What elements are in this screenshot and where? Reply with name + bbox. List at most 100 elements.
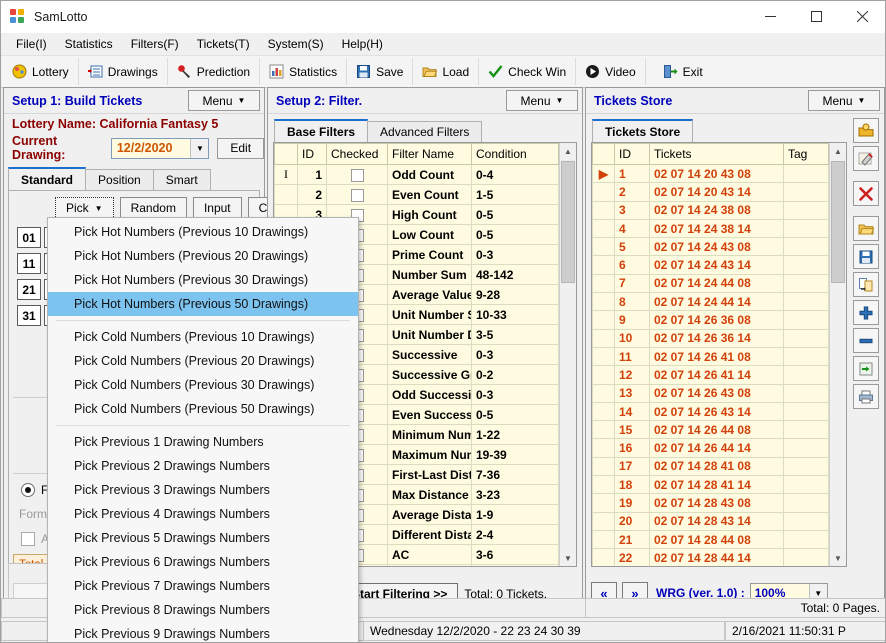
filter-condition-cell[interactable]: 1-22 <box>471 424 559 445</box>
filter-condition-cell[interactable]: 10-33 <box>471 304 559 325</box>
table-row[interactable]: 5 02 07 14 24 43 08 <box>592 237 829 257</box>
menu-item-pick-option[interactable]: Pick Cold Numbers (Previous 30 Drawings) <box>48 373 358 397</box>
plus-icon-button[interactable] <box>853 300 879 325</box>
ticket-tag-cell[interactable] <box>783 529 829 550</box>
toolbar-button-exit[interactable]: Exit <box>654 58 712 85</box>
menu-item-pick-option[interactable]: Pick Previous 4 Drawings Numbers <box>48 502 358 526</box>
row-selector-cell[interactable] <box>592 310 615 330</box>
number-cell[interactable]: 31 <box>17 305 41 326</box>
tab-standard[interactable]: Standard <box>8 167 87 190</box>
scroll-up-icon[interactable]: ▲ <box>560 143 576 159</box>
table-row[interactable]: 7 02 07 14 24 44 08 <box>592 273 829 294</box>
ticket-tag-cell[interactable] <box>783 456 829 477</box>
ticket-tag-cell[interactable] <box>783 163 829 184</box>
add-gold-icon-button[interactable] <box>853 118 879 143</box>
menu-item-pick-option[interactable]: Pick Hot Numbers (Previous 50 Drawings) <box>48 292 358 316</box>
row-selector-cell[interactable] <box>592 200 615 220</box>
scrollbar-thumb[interactable] <box>561 161 575 283</box>
table-row[interactable]: 8 02 07 14 24 44 14 <box>592 292 829 312</box>
ticket-tag-cell[interactable] <box>783 273 829 294</box>
ticket-tag-cell[interactable] <box>783 292 829 312</box>
filter-condition-cell[interactable]: 0-3 <box>471 564 559 566</box>
filter-condition-cell[interactable]: 0-5 <box>471 204 559 225</box>
row-selector-cell[interactable] <box>592 218 615 239</box>
mid-panel-menu-button[interactable]: Menu ▼ <box>506 90 578 111</box>
toolbar-button-load[interactable]: Load <box>413 58 480 85</box>
number-cell[interactable]: 01 <box>17 227 41 248</box>
export-icon-button[interactable] <box>853 356 879 381</box>
row-selector-cell[interactable] <box>592 365 615 385</box>
pick-dropdown-button[interactable]: Pick ▼ <box>55 197 114 219</box>
chevron-down-icon[interactable]: ▼ <box>190 138 209 158</box>
table-row[interactable]: 3 02 07 14 24 38 08 <box>592 200 829 220</box>
table-row[interactable]: 17 02 07 14 28 41 08 <box>592 456 829 477</box>
row-selector-cell[interactable]: ▶ <box>592 163 615 184</box>
scroll-down-icon[interactable]: ▼ <box>560 550 576 566</box>
tab-position[interactable]: Position <box>85 169 154 190</box>
checkbox-icon[interactable] <box>350 168 364 182</box>
edit-drawing-button[interactable]: Edit <box>217 137 264 159</box>
row-selector-cell[interactable] <box>592 383 615 403</box>
close-button[interactable] <box>839 1 885 32</box>
table-row[interactable]: 9 02 07 14 26 36 08 <box>592 310 829 330</box>
menu-item-pick-option[interactable]: Pick Hot Numbers (Previous 30 Drawings) <box>48 268 358 292</box>
menu-item-pick-option[interactable]: Pick Previous 2 Drawings Numbers <box>48 454 358 478</box>
filter-checkbox-cell[interactable] <box>326 184 388 205</box>
random-button[interactable]: Random <box>119 197 187 219</box>
tickets-grid-scrollbar[interactable]: ▲ ▼ <box>829 143 846 566</box>
row-selector-cell[interactable] <box>592 182 615 202</box>
menu-item-tickets[interactable]: Tickets(T) <box>188 35 259 53</box>
filter-condition-cell[interactable]: 0-3 <box>471 384 559 405</box>
row-selector-cell[interactable] <box>592 548 615 566</box>
minimize-button[interactable] <box>747 1 793 32</box>
ticket-tag-cell[interactable] <box>783 383 829 403</box>
minus-icon-button[interactable] <box>853 328 879 353</box>
ticket-tag-cell[interactable] <box>783 328 829 348</box>
row-selector-cell[interactable] <box>592 273 615 294</box>
row-selector-cell[interactable] <box>592 475 615 495</box>
filter-condition-cell[interactable]: 0-3 <box>471 244 559 265</box>
scroll-up-icon[interactable]: ▲ <box>830 143 846 159</box>
filter-grid-scrollbar[interactable]: ▲ ▼ <box>559 143 576 566</box>
table-row[interactable]: 13 02 07 14 26 43 08 <box>592 383 829 403</box>
row-selector-cell[interactable] <box>592 346 615 367</box>
table-row[interactable]: 10 02 07 14 26 36 14 <box>592 328 829 348</box>
ticket-tag-cell[interactable] <box>783 401 829 422</box>
menu-item-pick-option[interactable]: Pick Previous 5 Drawings Numbers <box>48 526 358 550</box>
ticket-tag-cell[interactable] <box>783 511 829 531</box>
row-selector-cell[interactable] <box>592 529 615 550</box>
table-row[interactable]: I 1 Odd Count 0-4 <box>274 164 559 185</box>
ticket-tag-cell[interactable] <box>783 182 829 202</box>
checkbox-icon[interactable] <box>350 188 364 202</box>
table-row[interactable]: 18 02 07 14 28 41 14 <box>592 475 829 495</box>
ticket-tag-cell[interactable] <box>783 365 829 385</box>
pick-dropdown-menu[interactable]: Pick Hot Numbers (Previous 10 Drawings) P… <box>47 217 359 642</box>
row-selector-cell[interactable] <box>592 420 615 440</box>
table-row[interactable]: 4 02 07 14 24 38 14 <box>592 218 829 239</box>
tab-smart[interactable]: Smart <box>152 169 211 190</box>
ticket-tag-cell[interactable] <box>783 420 829 440</box>
table-row[interactable]: 21 02 07 14 28 44 08 <box>592 529 829 550</box>
toolbar-button-drawings[interactable]: Drawings <box>79 58 168 85</box>
filter-condition-cell[interactable]: 1-5 <box>471 184 559 205</box>
row-selector-cell[interactable] <box>592 438 615 458</box>
maximize-button[interactable] <box>793 1 839 32</box>
table-row[interactable]: 2 Even Count 1-5 <box>274 184 559 205</box>
current-drawing-combo[interactable]: 12/2/2020 ▼ <box>110 137 210 159</box>
row-selector-cell[interactable] <box>274 184 298 205</box>
menu-item-pick-option[interactable]: Pick Hot Numbers (Previous 20 Drawings) <box>48 244 358 268</box>
print-icon-button[interactable] <box>853 384 879 409</box>
table-row[interactable]: 16 02 07 14 26 44 14 <box>592 438 829 458</box>
row-selector-cell[interactable] <box>592 237 615 257</box>
menu-item-pick-option[interactable]: Pick Cold Numbers (Previous 20 Drawings) <box>48 349 358 373</box>
row-selector-cell[interactable]: I <box>274 164 298 185</box>
ticket-tag-cell[interactable] <box>783 237 829 257</box>
table-row[interactable]: 20 02 07 14 28 43 14 <box>592 511 829 531</box>
scroll-down-icon[interactable]: ▼ <box>830 550 846 566</box>
menu-item-pick-option[interactable]: Pick Previous 6 Drawings Numbers <box>48 550 358 574</box>
toolbar-button-prediction[interactable]: Prediction <box>168 58 261 85</box>
ticket-tag-cell[interactable] <box>783 255 829 275</box>
tab-tickets-store[interactable]: Tickets Store <box>592 119 694 142</box>
table-row[interactable]: 12 02 07 14 26 41 14 <box>592 365 829 385</box>
ticket-tag-cell[interactable] <box>783 493 829 513</box>
